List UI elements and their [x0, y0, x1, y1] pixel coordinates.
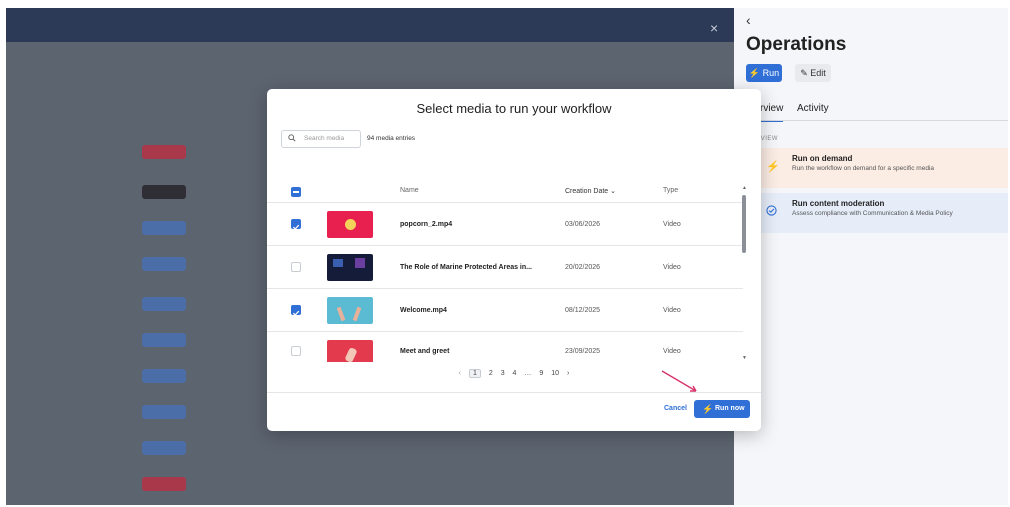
panel-edit-label: Edit: [810, 68, 826, 78]
page-3[interactable]: 3: [501, 370, 505, 377]
background-header: [6, 8, 734, 42]
background-thumb: [142, 221, 186, 235]
page-2[interactable]: 2: [489, 370, 493, 377]
run-content-moderation-card[interactable]: Run content moderation Assess compliance…: [752, 193, 1008, 233]
column-creation-date[interactable]: Creation Date ⌄: [565, 187, 616, 195]
tab-divider: [734, 120, 1008, 121]
page-10[interactable]: 10: [551, 370, 559, 377]
media-date: 03/06/2026: [565, 221, 601, 228]
scroll-up-icon[interactable]: ▲: [742, 185, 747, 191]
run-on-demand-card[interactable]: ⚡ Run on demand Run the workflow on dema…: [752, 148, 1008, 188]
prev-page-icon[interactable]: ‹: [459, 370, 461, 377]
card-description: Run the workflow on demand for a specifi…: [792, 165, 934, 172]
card-title: Run on demand: [792, 154, 853, 163]
media-type: Video: [663, 264, 681, 271]
table-header: Name Creation Date ⌄ Type: [267, 181, 743, 203]
chevron-down-icon: ⌄: [610, 188, 617, 195]
background-thumb: [142, 297, 186, 311]
row-checkbox[interactable]: [291, 262, 301, 272]
page-9[interactable]: 9: [539, 370, 543, 377]
media-date: 08/12/2025: [565, 307, 601, 314]
back-icon[interactable]: ‹: [746, 12, 751, 28]
media-type: Video: [663, 348, 681, 355]
bolt-icon: ⚡: [748, 68, 761, 78]
card-title: Run content moderation: [792, 199, 885, 208]
background-thumb: [142, 257, 186, 271]
media-name: The Role of Marine Protected Areas in...: [400, 264, 532, 271]
check-icon: [292, 310, 300, 316]
scroll-thumb[interactable]: [742, 195, 746, 253]
search-placeholder: Search media: [304, 135, 345, 142]
tab-activity[interactable]: Activity: [797, 103, 829, 114]
panel-run-label: Run: [762, 68, 780, 78]
page-ellipsis: …: [524, 370, 532, 377]
bolt-icon: ⚡: [702, 404, 714, 414]
check-circle-icon: [766, 205, 777, 219]
table-row[interactable]: Welcome.mp4 08/12/2025 Video: [267, 288, 743, 332]
scroll-down-icon[interactable]: ▼: [742, 355, 747, 361]
table-row[interactable]: Meet and greet 23/09/2025 Video: [267, 331, 743, 362]
panel-run-button[interactable]: ⚡ Run: [746, 64, 782, 82]
modal-title: Select media to run your workflow: [416, 101, 612, 116]
run-now-label: Run now: [715, 405, 745, 412]
search-input[interactable]: Search media: [281, 130, 361, 148]
search-icon: [288, 134, 296, 142]
table-scrollbar[interactable]: ▲ ▼: [742, 185, 747, 365]
background-thumb: [142, 369, 186, 383]
row-checkbox[interactable]: [291, 346, 301, 356]
bolt-icon: ⚡: [766, 161, 780, 173]
check-icon: [292, 224, 300, 230]
page-1[interactable]: 1: [468, 369, 481, 378]
background-thumb: [142, 441, 186, 455]
media-date: 23/09/2025: [565, 348, 601, 355]
run-now-button[interactable]: ⚡ Run now: [694, 400, 750, 418]
column-creation-date-label: Creation Date: [565, 188, 609, 195]
background-thumb: [142, 333, 186, 347]
media-thumbnail: [327, 211, 373, 238]
background-thumb: [142, 405, 186, 419]
page-4[interactable]: 4: [513, 370, 517, 377]
table-row[interactable]: The Role of Marine Protected Areas in...…: [267, 245, 743, 289]
background-thumb: [142, 185, 186, 199]
panel-title: Operations: [746, 34, 847, 55]
media-name: Welcome.mp4: [400, 307, 447, 314]
table-row[interactable]: popcorn_2.mp4 03/06/2026 Video: [267, 202, 743, 246]
annotation-arrow-icon: [661, 370, 697, 392]
entries-count: 94 media entries: [367, 135, 416, 142]
background-close-icon[interactable]: ×: [710, 20, 718, 36]
panel-edit-button[interactable]: ✎ Edit: [795, 64, 831, 82]
media-name: popcorn_2.mp4: [400, 221, 453, 228]
media-thumbnail: [327, 297, 373, 324]
cancel-button[interactable]: Cancel: [664, 405, 687, 412]
background-thumb: [142, 477, 186, 491]
pencil-icon: ✎: [800, 68, 808, 78]
select-all-checkbox[interactable]: [291, 187, 301, 197]
media-thumbnail: [327, 254, 373, 281]
column-type[interactable]: Type: [663, 187, 678, 194]
background-thumb: [142, 145, 186, 159]
operations-panel: [734, 8, 1008, 505]
media-date: 20/02/2026: [565, 264, 601, 271]
column-name[interactable]: Name: [400, 187, 419, 194]
media-thumbnail: [327, 340, 373, 362]
next-page-icon[interactable]: ›: [567, 370, 569, 377]
media-type: Video: [663, 221, 681, 228]
media-name: Meet and greet: [400, 348, 450, 355]
card-description: Assess compliance with Communication & M…: [792, 210, 953, 217]
media-type: Video: [663, 307, 681, 314]
row-checkbox[interactable]: [291, 305, 301, 316]
row-checkbox[interactable]: [291, 219, 301, 230]
